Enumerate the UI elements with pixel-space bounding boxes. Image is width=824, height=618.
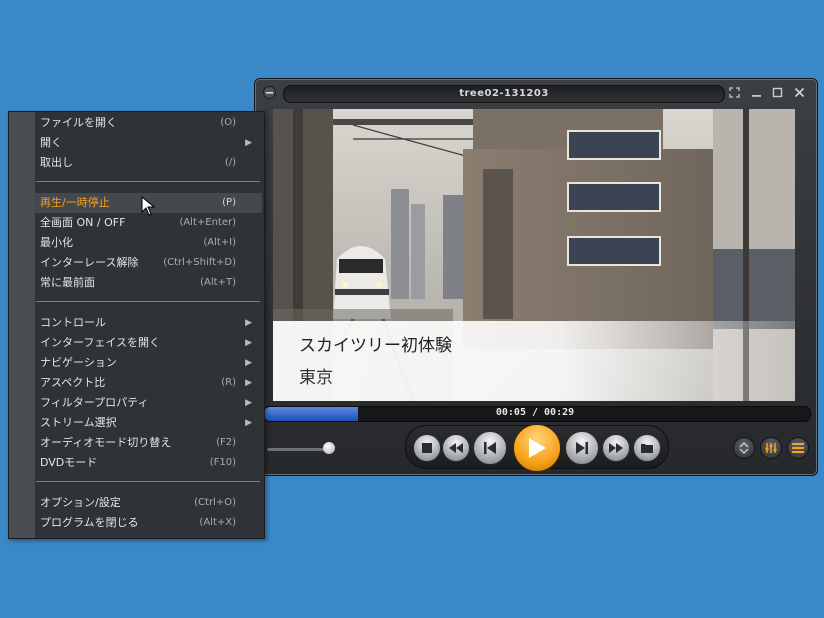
caption-subtitle: 東京 <box>299 368 333 388</box>
fast-forward-icon <box>609 443 623 453</box>
menu-item-shortcut: (Alt+X) <box>199 517 236 528</box>
menu-item[interactable]: 最小化 (Alt+I) <box>34 233 262 253</box>
title-bar[interactable]: tree02-131203 <box>255 79 817 107</box>
menu-item-label: オーディオモード切り替え <box>40 436 172 449</box>
menu-side-strip <box>9 112 35 538</box>
menu-item-shortcut: (/) <box>224 157 236 168</box>
menu-item-label: 常に最前面 <box>40 276 95 289</box>
menu-item[interactable]: インターフェイスを開く ▶ <box>34 333 262 353</box>
rewind-button[interactable] <box>442 434 470 462</box>
video-area[interactable]: スカイツリー初体験 東京 <box>273 109 795 401</box>
open-file-button[interactable] <box>633 434 661 462</box>
menu-item-label: ストリーム選択 <box>40 416 117 429</box>
menu-item-label: ファイルを開く <box>40 116 117 129</box>
menu-item-shortcut: (Alt+I) <box>203 237 236 248</box>
menu-separator <box>36 301 260 302</box>
submenu-arrow-icon: ▶ <box>245 418 252 428</box>
menu-item-label: 最小化 <box>40 236 73 249</box>
menu-item-shortcut: (Ctrl+O) <box>194 497 236 508</box>
caption-title: スカイツリー初体験 <box>299 336 452 356</box>
menu-item[interactable]: インターレース解除 (Ctrl+Shift+D) <box>34 253 262 273</box>
menu-item-label: 取出し <box>40 156 73 169</box>
menu-item-shortcut: (F10) <box>209 457 236 468</box>
seek-bar-fill <box>264 407 358 421</box>
equalizer-icon <box>765 443 777 453</box>
play-button[interactable] <box>513 424 561 472</box>
player-window: tree02-131203 スカイツリー初体験 東京 00:05 / 00:29 <box>254 78 818 476</box>
time-display: 00:05 / 00:29 <box>485 407 585 419</box>
time-elapsed: 00:05 <box>495 407 526 418</box>
menu-item[interactable]: コントロール ▶ <box>34 313 262 333</box>
menu-item[interactable]: プログラムを閉じる (Alt+X) <box>34 513 262 533</box>
menu-item[interactable]: アスペクト比 (R) ▶ <box>34 373 262 393</box>
time-separator: / <box>525 407 545 418</box>
menu-item-label: インターレース解除 <box>40 256 139 269</box>
menu-item[interactable]: オーディオモード切り替え (F2) <box>34 433 262 453</box>
menu-item[interactable]: DVDモード (F10) <box>34 453 262 473</box>
menu-item-label: インターフェイスを開く <box>40 336 161 349</box>
stop-icon <box>422 443 432 453</box>
time-total: 00:29 <box>544 407 575 418</box>
next-button[interactable] <box>565 431 599 465</box>
menu-item-label: オプション/設定 <box>40 496 121 509</box>
fast-forward-button[interactable] <box>602 434 630 462</box>
menu-item-label: フィルタープロパティ <box>40 396 149 409</box>
menu-item[interactable]: フィルタープロパティ ▶ <box>34 393 262 413</box>
menu-item[interactable]: 全画面 ON / OFF (Alt+Enter) <box>34 213 262 233</box>
menu-item[interactable]: オプション/設定 (Ctrl+O) <box>34 493 262 513</box>
minimize-icon[interactable] <box>750 86 763 99</box>
caption-overlay: スカイツリー初体験 東京 <box>273 321 795 401</box>
maximize-icon[interactable] <box>771 86 784 99</box>
submenu-arrow-icon: ▶ <box>245 378 252 388</box>
menu-separator <box>36 481 260 482</box>
playlist-icon <box>792 443 804 453</box>
submenu-arrow-icon: ▶ <box>245 138 252 148</box>
menu-item-label: ナビゲーション <box>40 356 117 369</box>
menu-item-label: 開く <box>40 136 62 149</box>
rewind-icon <box>449 443 463 453</box>
submenu-arrow-icon: ▶ <box>245 318 252 328</box>
submenu-arrow-icon: ▶ <box>245 338 252 348</box>
menu-item[interactable]: 常に最前面 (Alt+T) <box>34 273 262 293</box>
menu-item-shortcut: (F2) <box>216 437 236 448</box>
submenu-arrow-icon: ▶ <box>245 398 252 408</box>
previous-button[interactable] <box>473 431 507 465</box>
window-title: tree02-131203 <box>283 85 725 103</box>
mouse-cursor-icon <box>141 196 155 216</box>
submenu-arrow-icon: ▶ <box>245 358 252 368</box>
menu-separator <box>36 181 260 182</box>
menu-item-shortcut: (Alt+Enter) <box>179 217 236 228</box>
menu-item-shortcut: (O) <box>220 117 236 128</box>
menu-item[interactable]: 取出し (/) <box>34 153 262 173</box>
up-down-button[interactable] <box>733 437 755 459</box>
equalizer-button[interactable] <box>760 437 782 459</box>
menu-item-label: 全画面 ON / OFF <box>40 216 126 229</box>
volume-slider[interactable] <box>267 448 329 451</box>
close-icon[interactable] <box>793 86 806 99</box>
menu-item-label: プログラムを閉じる <box>40 516 139 529</box>
menu-item-label: DVDモード <box>40 456 98 469</box>
playlist-button[interactable] <box>787 437 809 459</box>
previous-icon <box>484 442 496 454</box>
open-file-icon <box>641 444 653 453</box>
play-icon <box>529 438 546 458</box>
menu-item-shortcut: (P) <box>222 197 236 208</box>
menu-item-label: 再生/一時停止 <box>40 196 110 209</box>
menu-item[interactable]: ストリーム選択 ▶ <box>34 413 262 433</box>
menu-item-shortcut: (Ctrl+Shift+D) <box>163 257 236 268</box>
window-menu-icon[interactable] <box>263 86 276 99</box>
menu-item[interactable]: ファイルを開く (O) <box>34 113 262 133</box>
up-down-icon <box>739 442 749 454</box>
menu-item[interactable]: ナビゲーション ▶ <box>34 353 262 373</box>
menu-item-shortcut: (R) <box>221 377 236 388</box>
fullscreen-icon[interactable] <box>728 86 741 99</box>
next-icon <box>576 442 588 454</box>
menu-item-label: コントロール <box>40 316 106 329</box>
menu-item-shortcut: (Alt+T) <box>200 277 236 288</box>
stop-button[interactable] <box>413 434 441 462</box>
menu-item[interactable]: 開く ▶ <box>34 133 262 153</box>
menu-item-label: アスペクト比 <box>40 376 106 389</box>
volume-knob[interactable] <box>323 442 335 454</box>
